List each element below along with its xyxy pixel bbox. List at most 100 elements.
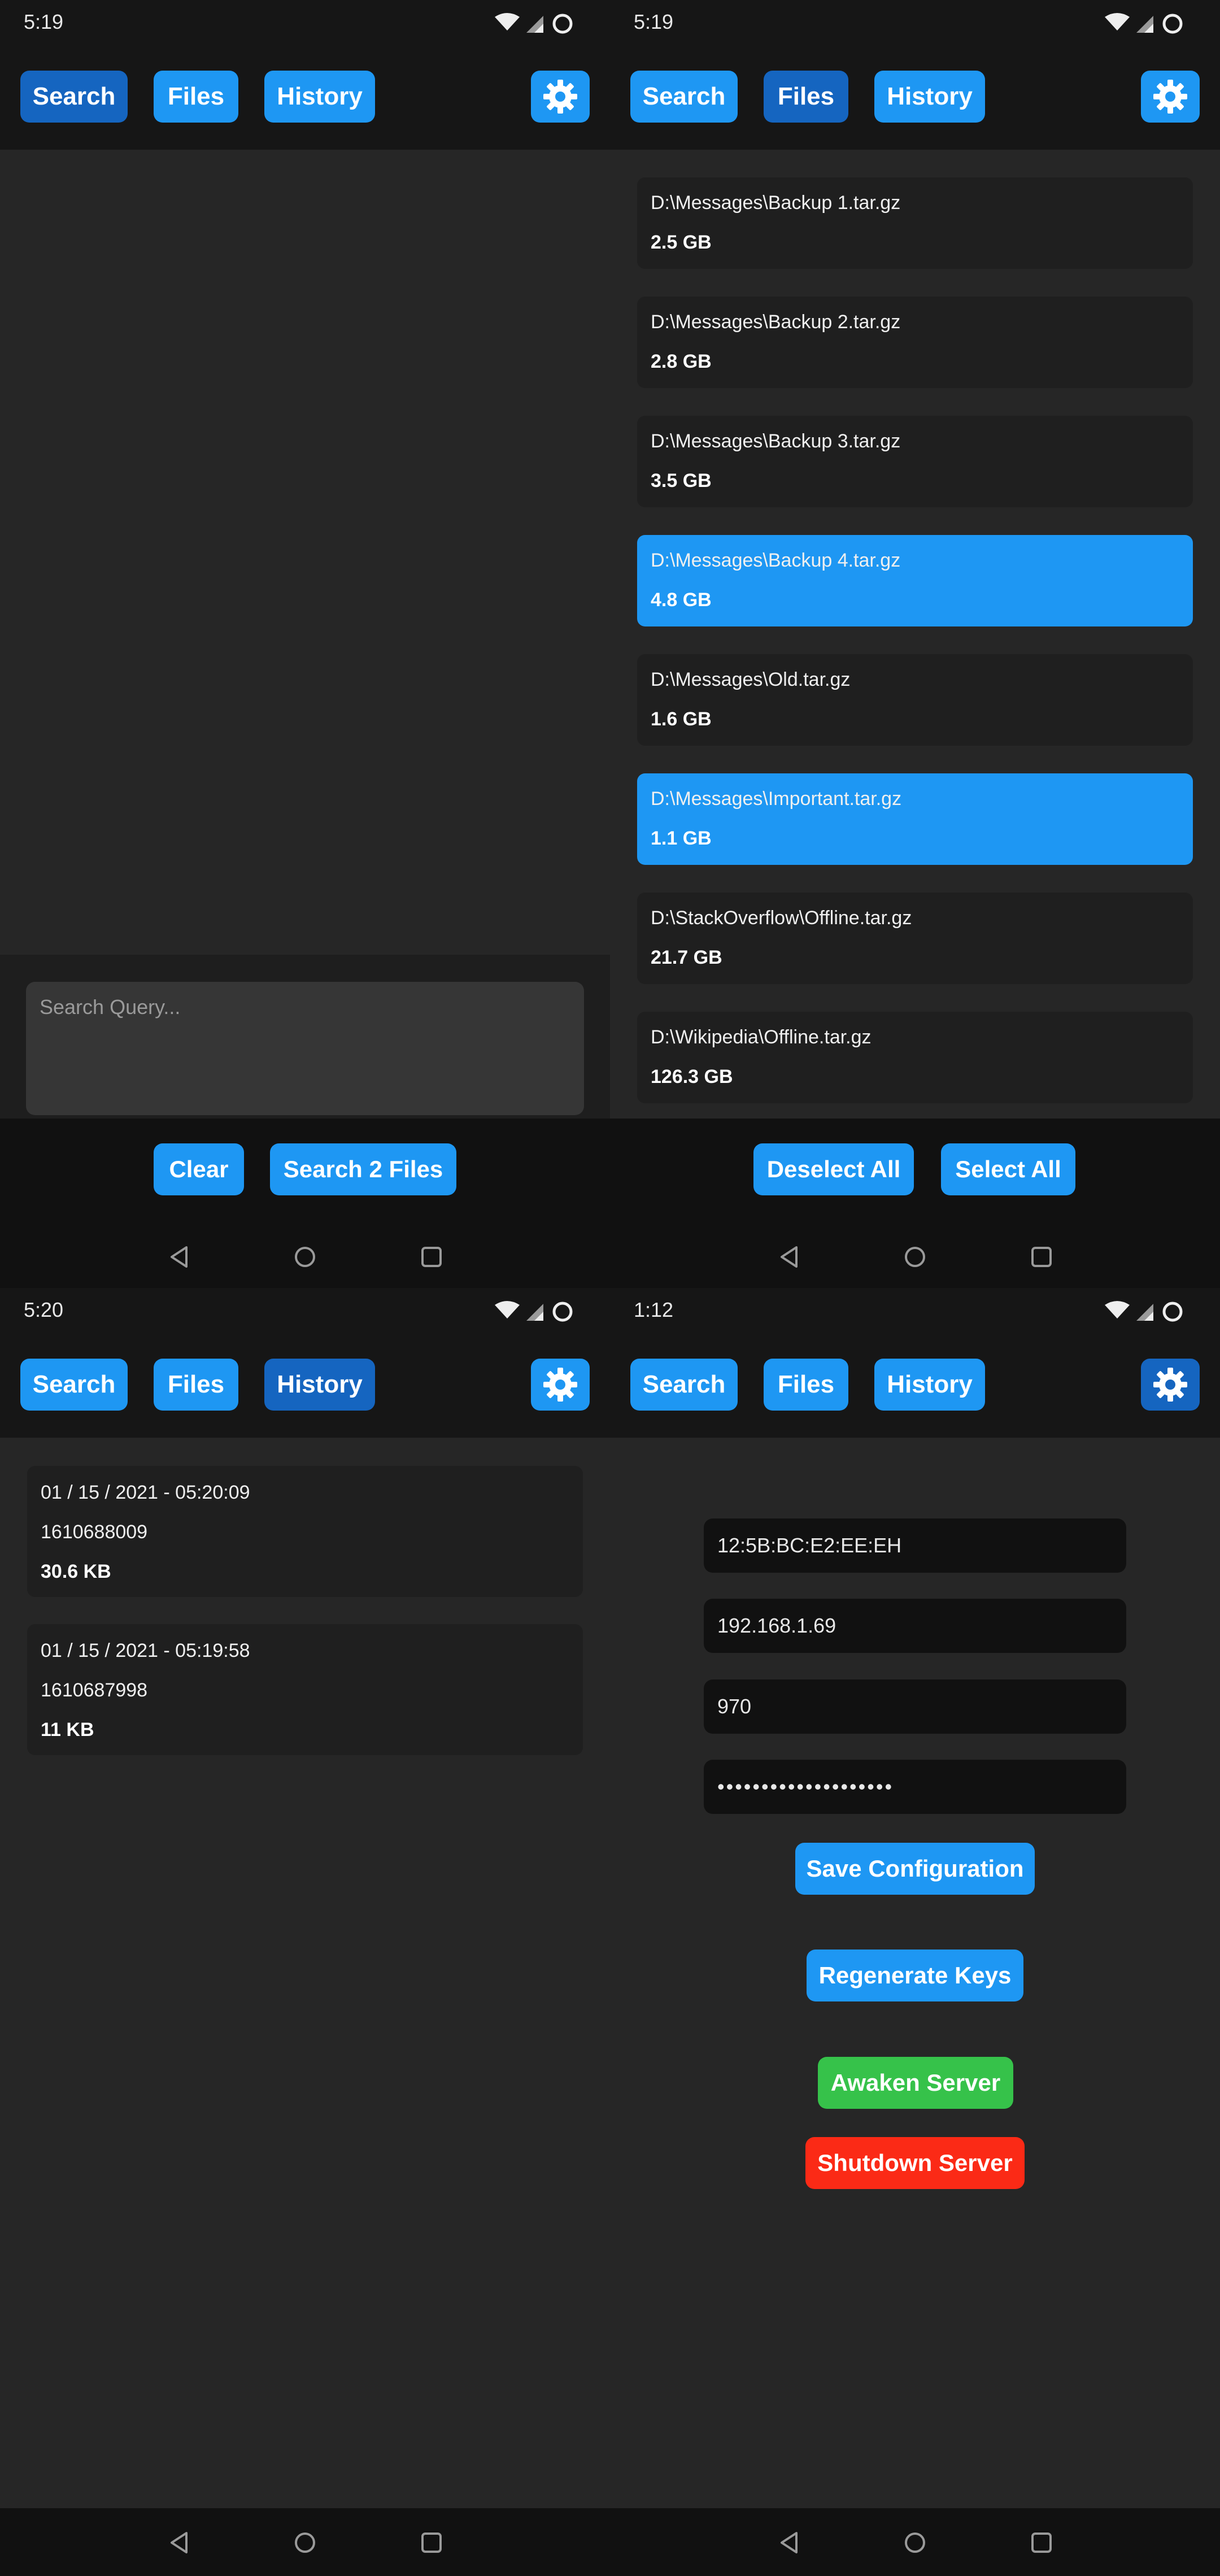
- tab-files[interactable]: Files: [764, 71, 848, 123]
- status-bar: 5:19: [610, 0, 1220, 48]
- file-item-selected[interactable]: D:\Messages\Important.tar.gz 1.1 GB: [637, 773, 1193, 865]
- settings-form: 12:5B:BC:E2:EE:EH 192.168.1.69 970 •••••…: [610, 1438, 1220, 2508]
- tab-history[interactable]: History: [264, 71, 375, 123]
- file-path: D:\Wikipedia\Offline.tar.gz: [651, 1026, 872, 1048]
- status-time: 1:12: [634, 1298, 674, 1321]
- tab-search[interactable]: Search: [20, 1359, 128, 1411]
- file-list: D:\Messages\Backup 1.tar.gz 2.5 GB D:\Me…: [610, 150, 1220, 1119]
- tab-files[interactable]: Files: [764, 1359, 848, 1411]
- back-icon[interactable]: [167, 1245, 191, 1269]
- battery-icon: [1162, 1302, 1183, 1322]
- status-icons: [1105, 13, 1183, 34]
- gear-icon: [1153, 80, 1187, 114]
- wifi-icon: [1105, 1301, 1130, 1319]
- tab-search[interactable]: Search: [630, 1359, 738, 1411]
- file-path: D:\StackOverflow\Offline.tar.gz: [651, 907, 912, 929]
- search-files-button[interactable]: Search 2 Files: [270, 1143, 456, 1195]
- file-path: D:\Messages\Backup 4.tar.gz: [651, 550, 901, 571]
- file-item[interactable]: D:\StackOverflow\Offline.tar.gz 21.7 GB: [637, 893, 1193, 984]
- file-size: 126.3 GB: [651, 1066, 733, 1087]
- history-id: 1610687998: [41, 1679, 148, 1701]
- battery-icon: [552, 1302, 573, 1322]
- ip-address-field[interactable]: 192.168.1.69: [704, 1599, 1126, 1653]
- recents-icon[interactable]: [420, 2531, 443, 2555]
- gear-icon: [543, 80, 577, 114]
- settings-button[interactable]: [1141, 1359, 1200, 1411]
- file-item[interactable]: D:\Messages\Old.tar.gz 1.6 GB: [637, 654, 1193, 746]
- file-item[interactable]: D:\Wikipedia\Offline.tar.gz 126.3 GB: [637, 1012, 1193, 1103]
- search-placeholder: Search Query...: [40, 995, 181, 1019]
- file-path: D:\Messages\Backup 3.tar.gz: [651, 430, 901, 452]
- settings-button[interactable]: [531, 1359, 590, 1411]
- file-size: 2.8 GB: [651, 351, 712, 372]
- history-id: 1610688009: [41, 1521, 148, 1543]
- status-time: 5:20: [24, 1298, 64, 1321]
- file-size: 2.5 GB: [651, 232, 712, 253]
- file-item-selected[interactable]: D:\Messages\Backup 4.tar.gz 4.8 GB: [637, 535, 1193, 626]
- status-time: 5:19: [24, 10, 64, 33]
- deselect-all-button[interactable]: Deselect All: [753, 1143, 914, 1195]
- settings-screen: 1:12 Search Files History 12:5B:BC:E2:EE…: [610, 1288, 1220, 2576]
- history-screen: 5:20 Search Files History 01 / 15 / 2021…: [0, 1288, 610, 2576]
- home-icon[interactable]: [293, 2531, 317, 2555]
- history-size: 11 KB: [41, 1719, 94, 1740]
- tab-files[interactable]: Files: [154, 71, 238, 123]
- shutdown-server-button[interactable]: Shutdown Server: [805, 2137, 1025, 2189]
- history-size: 30.6 KB: [41, 1561, 111, 1582]
- clear-button[interactable]: Clear: [154, 1143, 244, 1195]
- tab-history[interactable]: History: [874, 71, 985, 123]
- password-field[interactable]: ••••••••••••••••••••: [704, 1760, 1126, 1814]
- settings-button[interactable]: [1141, 71, 1200, 123]
- tab-search[interactable]: Search: [20, 71, 128, 123]
- search-screen: 5:19 Search Files History Search Query..…: [0, 0, 610, 1288]
- settings-button[interactable]: [531, 71, 590, 123]
- status-bar: 1:12: [610, 1288, 1220, 1336]
- battery-icon: [552, 14, 573, 34]
- back-icon[interactable]: [777, 1245, 801, 1269]
- regenerate-keys-button[interactable]: Regenerate Keys: [807, 1950, 1023, 2001]
- results-area: [0, 150, 610, 955]
- wifi-icon: [1105, 13, 1130, 31]
- file-item[interactable]: D:\Messages\Backup 2.tar.gz 2.8 GB: [637, 297, 1193, 388]
- port-field[interactable]: 970: [704, 1679, 1126, 1734]
- status-icons: [1105, 1301, 1183, 1322]
- awaken-server-button[interactable]: Awaken Server: [818, 2057, 1013, 2109]
- file-item[interactable]: D:\Messages\Backup 1.tar.gz 2.5 GB: [637, 177, 1193, 269]
- history-item[interactable]: 01 / 15 / 2021 - 05:20:09 1610688009 30.…: [27, 1466, 583, 1597]
- file-size: 4.8 GB: [651, 589, 712, 611]
- history-date: 01 / 15 / 2021 - 05:19:58: [41, 1640, 250, 1661]
- recents-icon[interactable]: [1030, 1245, 1053, 1269]
- history-item[interactable]: 01 / 15 / 2021 - 05:19:58 1610687998 11 …: [27, 1624, 583, 1755]
- tab-files[interactable]: Files: [154, 1359, 238, 1411]
- status-bar: 5:19: [0, 0, 610, 48]
- file-size: 1.1 GB: [651, 828, 712, 849]
- wifi-icon: [495, 1301, 520, 1319]
- mac-address-field[interactable]: 12:5B:BC:E2:EE:EH: [704, 1518, 1126, 1573]
- file-item[interactable]: D:\Messages\Backup 3.tar.gz 3.5 GB: [637, 416, 1193, 507]
- tab-search[interactable]: Search: [630, 71, 738, 123]
- home-icon[interactable]: [903, 1245, 927, 1269]
- home-icon[interactable]: [293, 1245, 317, 1269]
- save-configuration-button[interactable]: Save Configuration: [795, 1843, 1035, 1895]
- file-path: D:\Messages\Old.tar.gz: [651, 669, 851, 690]
- gear-icon: [543, 1368, 577, 1402]
- search-query-input[interactable]: Search Query...: [26, 982, 584, 1115]
- battery-icon: [1162, 14, 1183, 34]
- system-nav-bar: [610, 2508, 1220, 2576]
- tab-history[interactable]: History: [874, 1359, 985, 1411]
- recents-icon[interactable]: [1030, 2531, 1053, 2555]
- system-nav-bar: [610, 1226, 1220, 1288]
- select-all-button[interactable]: Select All: [941, 1143, 1075, 1195]
- status-bar: 5:20: [0, 1288, 610, 1336]
- recents-icon[interactable]: [420, 1245, 443, 1269]
- system-nav-bar: [0, 1226, 610, 1288]
- back-icon[interactable]: [167, 2531, 191, 2555]
- file-path: D:\Messages\Important.tar.gz: [651, 788, 902, 810]
- status-icons: [495, 1301, 573, 1322]
- home-icon[interactable]: [903, 2531, 927, 2555]
- status-icons: [495, 13, 573, 34]
- history-date: 01 / 15 / 2021 - 05:20:09: [41, 1482, 250, 1503]
- tab-history[interactable]: History: [264, 1359, 375, 1411]
- back-icon[interactable]: [777, 2531, 801, 2555]
- action-bar: [610, 1119, 1220, 1226]
